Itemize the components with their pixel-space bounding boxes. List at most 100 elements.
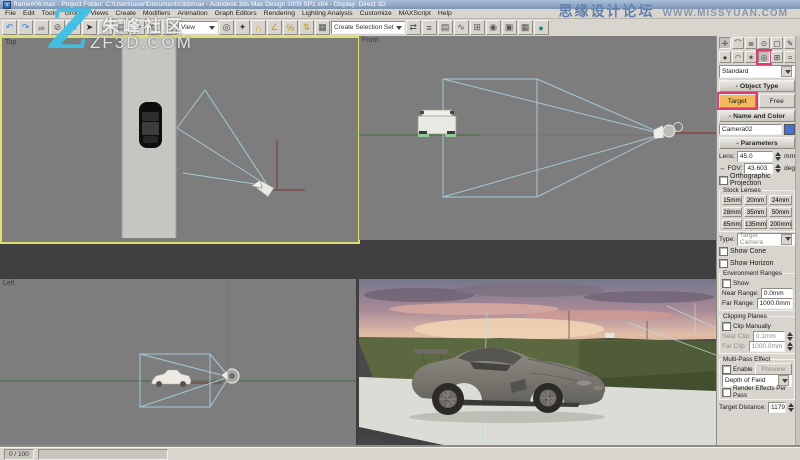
- far-range-field[interactable]: 1000.0mm: [756, 297, 794, 309]
- target-distance-field[interactable]: 11792.75: [767, 401, 786, 413]
- target-camera-button[interactable]: Target: [719, 94, 756, 108]
- fov-direction-flyout[interactable]: ↔: [719, 165, 726, 172]
- snaps-toggle-icon[interactable]: ∩: [251, 20, 266, 35]
- camera-object-top[interactable]: [249, 179, 275, 198]
- edit-named-selections-icon[interactable]: ▦: [315, 20, 330, 35]
- camera-object-front[interactable]: [652, 122, 683, 140]
- preview-button[interactable]: Preview: [754, 363, 792, 375]
- percent-snap-icon[interactable]: %: [283, 20, 298, 35]
- render-production-icon[interactable]: ●: [533, 20, 549, 35]
- category-shapes[interactable]: ◠: [732, 51, 744, 63]
- tab-motion[interactable]: ⊙: [758, 37, 770, 49]
- title-bar[interactable]: 3 frame#06.max - Project Folder: C:\User…: [0, 0, 800, 9]
- object-category-dropdown[interactable]: Standard: [719, 65, 795, 78]
- orthographic-projection-checkbox[interactable]: Orthographic Projection: [719, 173, 795, 187]
- show-horizon-checkbox[interactable]: Show Horizon: [719, 258, 795, 268]
- viewport-top-label[interactable]: Top: [5, 39, 16, 46]
- reference-coordinate-dropdown[interactable]: View: [178, 21, 218, 34]
- rollout-parameters[interactable]: - Parameters: [719, 137, 795, 149]
- car-front-view[interactable]: [417, 109, 457, 137]
- select-manipulate-icon[interactable]: ✦: [235, 20, 250, 35]
- select-object-icon[interactable]: ➤: [82, 20, 97, 35]
- lens-spinner[interactable]: [775, 151, 782, 161]
- menu-item[interactable]: Group: [62, 10, 87, 17]
- car-side-view[interactable]: [151, 369, 192, 387]
- category-geometry[interactable]: ●: [719, 51, 731, 63]
- layer-manager-icon[interactable]: ▤: [437, 20, 453, 35]
- target-distance-spinner[interactable]: [788, 402, 795, 412]
- viewport-front-label[interactable]: Front: [362, 37, 378, 44]
- menu-item[interactable]: File: [2, 10, 19, 17]
- panel-scrollbar[interactable]: [795, 36, 800, 460]
- render-effects-per-pass-checkbox[interactable]: Render Effects Per Pass: [722, 385, 792, 399]
- menu-item[interactable]: Edit: [20, 10, 38, 17]
- category-cameras[interactable]: ◎: [758, 51, 770, 63]
- viewport-camera02[interactable]: [359, 279, 716, 460]
- menu-item[interactable]: Views: [87, 10, 111, 17]
- mirror-icon[interactable]: ⇄: [405, 20, 421, 35]
- redo-icon[interactable]: ↷: [18, 20, 33, 35]
- stock-lens-button[interactable]: 200mm: [769, 219, 792, 229]
- free-camera-button[interactable]: Free: [758, 94, 795, 108]
- select-move-icon[interactable]: ✛: [130, 20, 145, 35]
- car-top-view[interactable]: [139, 102, 162, 148]
- schematic-view-icon[interactable]: ⊞: [469, 20, 485, 35]
- menu-item[interactable]: Customize: [357, 10, 395, 17]
- menu-item[interactable]: Animation: [174, 10, 210, 17]
- far-clip-field[interactable]: 1000.0mm: [748, 340, 786, 352]
- rollout-object-type[interactable]: - Object Type: [719, 80, 795, 92]
- select-by-name-icon[interactable]: ▤: [114, 20, 129, 35]
- far-clip-spinner[interactable]: [787, 341, 794, 351]
- tab-modify[interactable]: ⌒: [732, 37, 744, 49]
- menu-item[interactable]: MAXScript: [396, 10, 434, 17]
- lens-field[interactable]: 45.0: [736, 150, 774, 162]
- menu-item[interactable]: Tools: [39, 10, 61, 17]
- tab-display[interactable]: ▢: [771, 37, 783, 49]
- tab-create[interactable]: ✛: [719, 37, 731, 49]
- fov-field[interactable]: 43.603: [744, 162, 774, 174]
- material-editor-icon[interactable]: ◉: [485, 20, 501, 35]
- enable-checkbox[interactable]: [722, 364, 731, 374]
- menu-item[interactable]: Help: [435, 10, 455, 17]
- stock-lens-button[interactable]: 28mm: [722, 207, 742, 217]
- bind-spacewarp-icon[interactable]: ≋: [66, 20, 81, 35]
- tab-hierarchy[interactable]: ≣: [745, 37, 757, 49]
- align-icon[interactable]: ≡: [421, 20, 437, 35]
- menu-item[interactable]: Rendering: [261, 10, 298, 17]
- viewport-top[interactable]: Top: [0, 36, 360, 244]
- undo-icon[interactable]: ↶: [2, 20, 17, 35]
- stock-lens-button[interactable]: 15mm: [722, 195, 742, 205]
- stock-lens-button[interactable]: 35mm: [744, 207, 767, 217]
- stock-lens-button[interactable]: 85mm: [722, 219, 742, 229]
- select-rotate-icon[interactable]: ↻: [146, 20, 161, 35]
- stock-lens-button[interactable]: 20mm: [744, 195, 767, 205]
- select-link-icon[interactable]: ∞: [34, 20, 49, 35]
- env-show-checkbox[interactable]: Show: [722, 278, 800, 288]
- select-scale-icon[interactable]: ◱: [162, 20, 177, 35]
- menu-item[interactable]: Graph Editors: [212, 10, 260, 17]
- rendered-frame-icon[interactable]: ▦: [517, 20, 533, 35]
- curve-editor-icon[interactable]: ∿: [453, 20, 469, 35]
- fov-spinner[interactable]: [775, 163, 782, 173]
- object-color-swatch[interactable]: [784, 124, 795, 135]
- clip-manually-checkbox[interactable]: Clip Manually: [722, 321, 794, 331]
- stock-lens-button[interactable]: 50mm: [769, 207, 792, 217]
- near-clip-spinner[interactable]: [787, 331, 794, 341]
- use-pivot-center-icon[interactable]: ◎: [219, 20, 234, 35]
- unlink-icon[interactable]: ⊘: [50, 20, 65, 35]
- render-setup-icon[interactable]: ▣: [501, 20, 517, 35]
- category-lights[interactable]: ✶: [745, 51, 757, 63]
- menu-item[interactable]: Lighting Analysis: [299, 10, 356, 17]
- stock-lens-button[interactable]: 24mm: [769, 195, 792, 205]
- stock-lens-button[interactable]: 135mm: [744, 219, 767, 229]
- rollout-name-color[interactable]: - Name and Color: [719, 110, 795, 122]
- menu-item[interactable]: Create: [112, 10, 138, 17]
- angle-snap-icon[interactable]: ∠: [267, 20, 282, 35]
- viewport-left-label[interactable]: Left: [3, 280, 15, 287]
- category-helpers[interactable]: ⊞: [771, 51, 783, 63]
- selection-set-dropdown[interactable]: Create Selection Set: [331, 21, 405, 34]
- spinner-snap-icon[interactable]: ⇅: [299, 20, 314, 35]
- object-name-field[interactable]: Camera02: [719, 124, 782, 135]
- camera-type-dropdown[interactable]: Target Camera: [736, 232, 795, 246]
- selection-region-icon[interactable]: ▭: [98, 20, 113, 35]
